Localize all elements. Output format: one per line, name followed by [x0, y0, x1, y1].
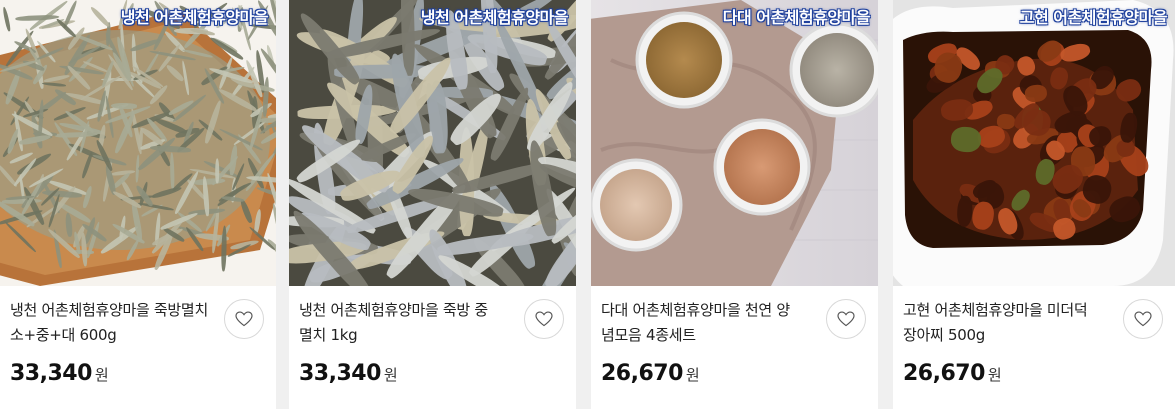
- texture-piece: [1119, 111, 1140, 145]
- product-price: 26,670: [601, 361, 683, 386]
- texture-piece: [192, 178, 226, 187]
- product-image[interactable]: 냉천 어촌체험휴양마을: [0, 0, 276, 286]
- wishlist-button[interactable]: [826, 299, 866, 339]
- heart-icon: [1134, 311, 1152, 327]
- product-card[interactable]: 고현 어촌체험휴양마을 고현 어촌체험휴양마을 미더덕 장아찌 500g 26,…: [893, 0, 1175, 409]
- texture-piece: [43, 74, 70, 83]
- product-card[interactable]: 다대 어촌체험휴양마을 다대 어촌체험휴양마을 천연 양념모음 4종세트 26,…: [591, 0, 878, 409]
- wishlist-button[interactable]: [524, 299, 564, 339]
- texture-piece: [215, 158, 220, 184]
- texture-piece: [950, 126, 982, 154]
- product-title[interactable]: 다대 어촌체험휴양마을 천연 양념모음 4종세트: [601, 298, 801, 348]
- texture-piece: [208, 35, 245, 62]
- currency-label: 원: [383, 366, 398, 384]
- texture-piece: [81, 185, 94, 209]
- product-title[interactable]: 고현 어촌체험휴양마을 미더덕 장아찌 500g: [903, 298, 1103, 348]
- texture-piece: [1105, 192, 1144, 227]
- product-title[interactable]: 냉천 어촌체험휴양마을 죽방멸치 소+중+대 600g: [10, 298, 210, 348]
- texture-piece: [125, 238, 140, 261]
- texture-piece: [248, 225, 276, 252]
- texture-piece: [19, 134, 52, 147]
- currency-label: 원: [987, 366, 1002, 384]
- product-image[interactable]: 냉천 어촌체험휴양마을: [289, 0, 576, 286]
- texture-piece: [42, 81, 67, 88]
- texture-piece: [1024, 84, 1049, 104]
- product-card[interactable]: 냉천 어촌체험휴양마을 냉천 어촌체험휴양마을 죽방 중멸치 1kg 33,34…: [289, 0, 576, 409]
- texture-piece: [1058, 41, 1092, 65]
- village-badge: 다대 어촌체험휴양마을: [722, 8, 871, 27]
- product-price: 33,340: [10, 361, 92, 386]
- wishlist-button[interactable]: [224, 299, 264, 339]
- village-badge: 고현 어촌체험휴양마을: [1019, 8, 1168, 27]
- texture-piece: [170, 151, 175, 189]
- village-badge: 냉천 어촌체험휴양마을: [420, 8, 569, 27]
- product-price: 26,670: [903, 361, 985, 386]
- texture-piece: [104, 95, 115, 139]
- product-image[interactable]: 고현 어촌체험휴양마을: [893, 0, 1175, 286]
- product-image[interactable]: 다대 어촌체험휴양마을: [591, 0, 878, 286]
- product-card[interactable]: 냉천 어촌체험휴양마을 냉천 어촌체험휴양마을 죽방멸치 소+중+대 600g …: [0, 0, 276, 409]
- heart-icon: [535, 311, 553, 327]
- texture-piece: [271, 202, 276, 244]
- texture-piece: [64, 212, 73, 238]
- product-row: 냉천 어촌체험휴양마을 냉천 어촌체험휴양마을 죽방멸치 소+중+대 600g …: [0, 0, 1175, 409]
- currency-label: 원: [685, 366, 700, 384]
- texture-piece: [1113, 75, 1145, 106]
- wishlist-button[interactable]: [1123, 299, 1163, 339]
- texture-piece: [995, 112, 1015, 130]
- texture-piece: [955, 195, 973, 228]
- currency-label: 원: [94, 366, 109, 384]
- texture-piece: [111, 102, 138, 110]
- seasoning-bowls-photo: [591, 0, 878, 286]
- heart-icon: [837, 311, 855, 327]
- product-price: 33,340: [299, 361, 381, 386]
- texture-piece: [15, 13, 60, 22]
- texture-piece: [1, 6, 12, 32]
- product-title[interactable]: 냉천 어촌체험휴양마을 죽방 중멸치 1kg: [299, 298, 499, 348]
- heart-icon: [235, 311, 253, 327]
- texture-piece: [89, 5, 111, 29]
- village-badge: 냉천 어촌체험휴양마을: [120, 8, 269, 27]
